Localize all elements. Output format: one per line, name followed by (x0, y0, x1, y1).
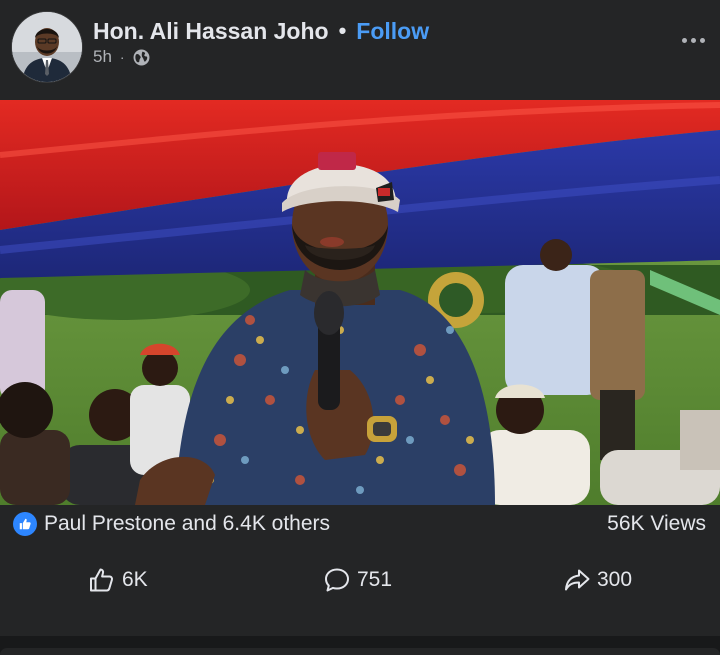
meta-separator: · (119, 49, 125, 65)
reactions-summary[interactable]: Paul Prestone and 6.4K others (44, 512, 330, 536)
share-icon (565, 569, 590, 591)
post-stats: Paul Prestone and 6.4K others 56K Views (0, 505, 720, 543)
author-avatar[interactable] (12, 12, 82, 82)
thumbs-up-icon (90, 568, 114, 592)
author-name[interactable]: Hon. Ali Hassan Joho (93, 18, 329, 45)
comment-button[interactable]: 751 (323, 564, 392, 596)
author-row: Hon. Ali Hassan Joho • Follow (93, 16, 429, 46)
post-meta: 5h · (93, 46, 150, 68)
next-post-card (0, 648, 720, 655)
post-time[interactable]: 5h (93, 47, 112, 67)
more-options-button[interactable] (672, 26, 714, 54)
avatar-image (12, 12, 82, 82)
more-dot (681, 37, 687, 43)
views-count: 56K Views (607, 512, 706, 535)
share-count: 300 (597, 568, 633, 591)
post-actions: 6K 751 300 (0, 555, 720, 605)
like-button[interactable]: 6K (88, 564, 148, 596)
globe-icon (133, 49, 150, 66)
post-header: Hon. Ali Hassan Joho • Follow 5h · (0, 0, 720, 100)
video-frame (0, 100, 720, 505)
follow-button[interactable]: Follow (356, 18, 429, 45)
name-separator: • (338, 18, 347, 43)
post-card: Hon. Ali Hassan Joho • Follow 5h · Paul … (0, 0, 720, 636)
more-dot (699, 37, 705, 43)
like-count: 6K (122, 568, 148, 591)
comment-icon (325, 568, 349, 592)
video-player[interactable] (0, 100, 720, 505)
more-dot (690, 37, 696, 43)
share-button[interactable]: 300 (563, 564, 632, 596)
comment-count: 751 (357, 568, 393, 591)
like-reaction-icon[interactable] (13, 512, 37, 536)
